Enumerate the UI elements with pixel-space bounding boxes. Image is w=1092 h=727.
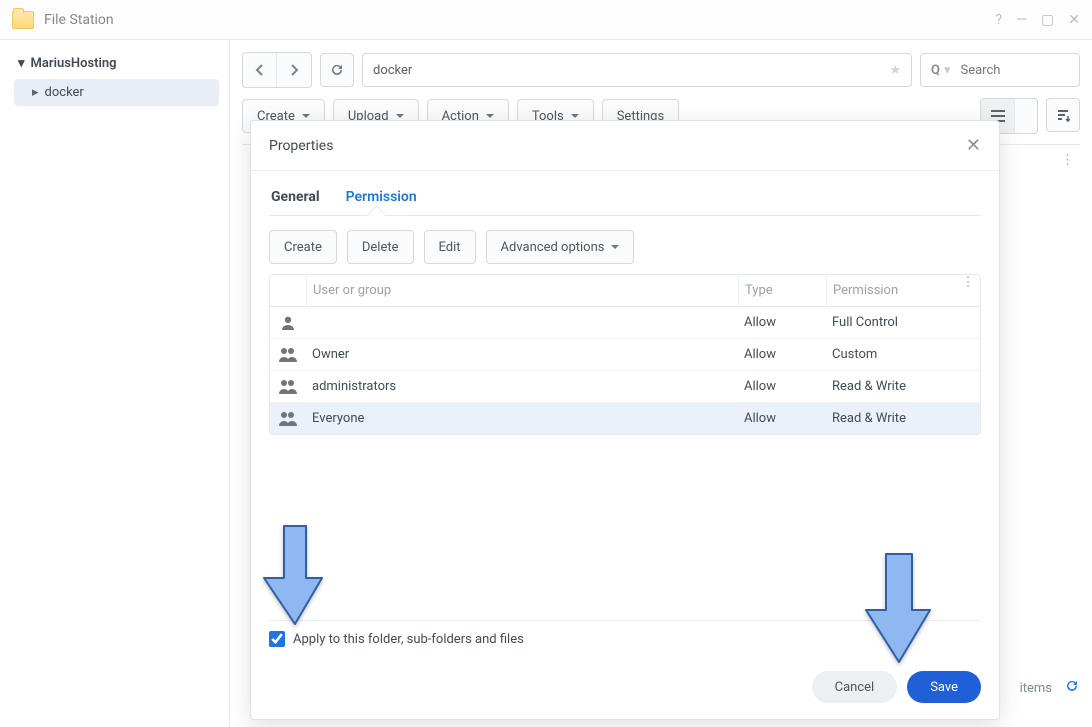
- cell-type: Allow: [738, 403, 826, 434]
- items-label: items: [1020, 681, 1052, 696]
- cell-user: Everyone: [306, 403, 738, 434]
- user-icon: [270, 348, 306, 362]
- cell-user: administrators: [306, 371, 738, 402]
- annotation-arrow-right: [860, 548, 938, 672]
- footer-refresh-icon[interactable]: [1064, 678, 1080, 698]
- chevron-down-icon: ▾: [18, 56, 25, 71]
- sort-icon: [1056, 108, 1070, 122]
- nav-back-button[interactable]: [243, 53, 277, 87]
- user-icon: [270, 412, 306, 426]
- star-icon[interactable]: ★: [889, 63, 901, 78]
- cell-permission: Read & Write: [826, 371, 956, 402]
- tree-child-label: docker: [45, 85, 84, 100]
- minimize-icon[interactable]: —: [1016, 12, 1027, 28]
- view-dropdown[interactable]: [1015, 99, 1037, 133]
- path-input[interactable]: docker ★: [362, 53, 912, 87]
- cell-type: Allow: [738, 339, 826, 370]
- help-icon[interactable]: ?: [995, 12, 1002, 28]
- refresh-icon: [329, 62, 345, 78]
- table-row[interactable]: OwnerAllowCustom: [270, 339, 980, 371]
- search-input[interactable]: [961, 63, 1092, 78]
- permission-table-header: User or group Type Permission ⋮: [270, 275, 980, 307]
- perm-create-button[interactable]: Create: [269, 230, 337, 264]
- cell-permission: Custom: [826, 339, 956, 370]
- table-row[interactable]: AllowFull Control: [270, 307, 980, 339]
- maximize-icon[interactable]: ▢: [1041, 12, 1054, 28]
- cell-type: Allow: [738, 307, 826, 338]
- tree-child-docker[interactable]: ▸ docker: [14, 79, 219, 106]
- caret-down-icon: [609, 240, 619, 255]
- close-icon[interactable]: ✕: [966, 135, 981, 156]
- sidebar: ▾ MariusHosting ▸ docker: [0, 40, 230, 727]
- cancel-button[interactable]: Cancel: [812, 671, 898, 703]
- dropdown-caret-icon[interactable]: ▾: [944, 63, 951, 78]
- cell-user: Owner: [306, 339, 738, 370]
- perm-advanced-button[interactable]: Advanced options: [486, 230, 635, 264]
- permission-table: User or group Type Permission ⋮ AllowFul…: [269, 274, 981, 435]
- table-row[interactable]: EveryoneAllowRead & Write: [270, 403, 980, 434]
- tree-root-label: MariusHosting: [31, 56, 117, 71]
- perm-edit-button[interactable]: Edit: [424, 230, 476, 264]
- sort-button[interactable]: [1046, 98, 1080, 132]
- cell-user: [306, 315, 738, 331]
- tab-general[interactable]: General: [269, 181, 322, 215]
- tree-root[interactable]: ▾ MariusHosting: [0, 50, 229, 77]
- close-window-icon[interactable]: ✕: [1068, 12, 1080, 28]
- col-permission[interactable]: Permission: [826, 275, 956, 306]
- folder-icon: [12, 11, 34, 29]
- path-value: docker: [373, 63, 412, 78]
- chevron-right-icon: ▸: [32, 85, 39, 100]
- save-button[interactable]: Save: [907, 671, 981, 703]
- titlebar: File Station ? — ▢ ✕: [0, 0, 1092, 40]
- perm-delete-button[interactable]: Delete: [347, 230, 414, 264]
- col-more-icon[interactable]: ⋮: [956, 275, 980, 306]
- search-icon: Q: [931, 63, 944, 78]
- nav-forward-button[interactable]: [277, 53, 311, 87]
- modal-title: Properties: [269, 138, 333, 154]
- col-user[interactable]: User or group: [306, 275, 738, 306]
- more-icon[interactable]: ⋮: [1061, 153, 1074, 168]
- tab-permission[interactable]: Permission: [344, 181, 419, 215]
- table-row[interactable]: administratorsAllowRead & Write: [270, 371, 980, 403]
- cell-type: Allow: [738, 371, 826, 402]
- cell-permission: Read & Write: [826, 403, 956, 434]
- col-type[interactable]: Type: [738, 275, 826, 306]
- chevron-left-icon: [255, 64, 265, 76]
- user-icon: [270, 380, 306, 394]
- nav-back-forward: [242, 52, 312, 88]
- cell-permission: Full Control: [826, 307, 956, 338]
- user-icon: [270, 316, 306, 330]
- app-title: File Station: [44, 12, 995, 28]
- annotation-arrow-left: [260, 520, 330, 634]
- refresh-button[interactable]: [320, 53, 354, 87]
- search-box[interactable]: Q ▾: [920, 53, 1080, 87]
- chevron-right-icon: [289, 64, 299, 76]
